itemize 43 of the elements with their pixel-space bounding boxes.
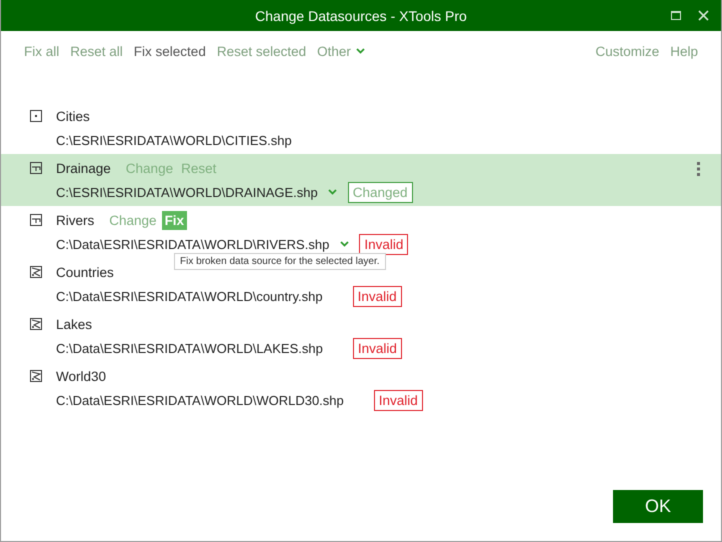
- layer-name: Drainage: [56, 160, 111, 176]
- layer-action-link[interactable]: Reset: [178, 158, 220, 178]
- polygon-layer-icon: [30, 266, 42, 278]
- toolbar-link[interactable]: Fix selected: [132, 42, 207, 60]
- chevron-icon[interactable]: [328, 189, 338, 195]
- maximize-icon[interactable]: [671, 11, 681, 20]
- tooltip: Fix broken data source for the selected layer.: [174, 253, 386, 270]
- layer-action-link[interactable]: Change: [106, 210, 160, 230]
- datasource-path: C:\ESRI\ESRIDATA\WORLD\CITIES.shp: [56, 132, 292, 148]
- chevron-icon[interactable]: [340, 241, 349, 247]
- layer-name: World30: [56, 368, 106, 384]
- layer-action-link[interactable]: Change: [122, 158, 176, 178]
- line-layer-icon: [30, 214, 42, 226]
- status-badge: Invalid: [352, 286, 402, 306]
- status-badge: Invalid: [359, 234, 408, 254]
- point-layer-icon: [30, 110, 42, 122]
- layer-name: Lakes: [56, 316, 92, 332]
- polygon-layer-icon: [30, 370, 42, 382]
- toolbar-link[interactable]: Customize: [594, 42, 660, 60]
- layer-name: Rivers: [56, 212, 94, 228]
- ok-button[interactable]: OK: [613, 490, 703, 523]
- datasource-path: C:\Data\ESRI\ESRIDATA\WORLD\RIVERS.shp: [56, 236, 330, 252]
- datasource-path: C:\Data\ESRI\ESRIDATA\WORLD\WORLD30.shp: [56, 392, 344, 408]
- close-icon[interactable]: [698, 10, 709, 21]
- window-title: Change Datasources - XTools Pro: [255, 8, 467, 24]
- layer-action-link[interactable]: Fix: [162, 210, 188, 230]
- layer-name: Cities: [56, 108, 90, 124]
- toolbar-link[interactable]: Reset all: [69, 42, 124, 60]
- polygon-layer-icon: [30, 318, 42, 330]
- toolbar-link[interactable]: Fix all: [23, 42, 60, 60]
- datasource-path: C:\Data\ESRI\ESRIDATA\WORLD\LAKES.shp: [56, 340, 323, 356]
- status-badge: Invalid: [352, 338, 402, 358]
- status-badge: Changed: [348, 182, 413, 202]
- more-options-icon[interactable]: [697, 162, 701, 176]
- status-badge: Invalid: [374, 390, 423, 410]
- toolbar-link[interactable]: Help: [669, 42, 699, 60]
- datasource-path: C:\ESRI\ESRIDATA\WORLD\DRAINAGE.shp: [56, 184, 318, 200]
- toolbar-link[interactable]: Other: [316, 42, 366, 60]
- layer-name: Countries: [56, 264, 114, 280]
- toolbar-link[interactable]: Reset selected: [216, 42, 308, 60]
- datasource-path: C:\Data\ESRI\ESRIDATA\WORLD\country.shp: [56, 288, 323, 304]
- line-layer-icon: [30, 162, 42, 174]
- selected-layer-row[interactable]: Drainage Change Reset C:\ESRI\ESRIDATA\WORLD\DRAINAGE.shp Changed: [1, 154, 721, 206]
